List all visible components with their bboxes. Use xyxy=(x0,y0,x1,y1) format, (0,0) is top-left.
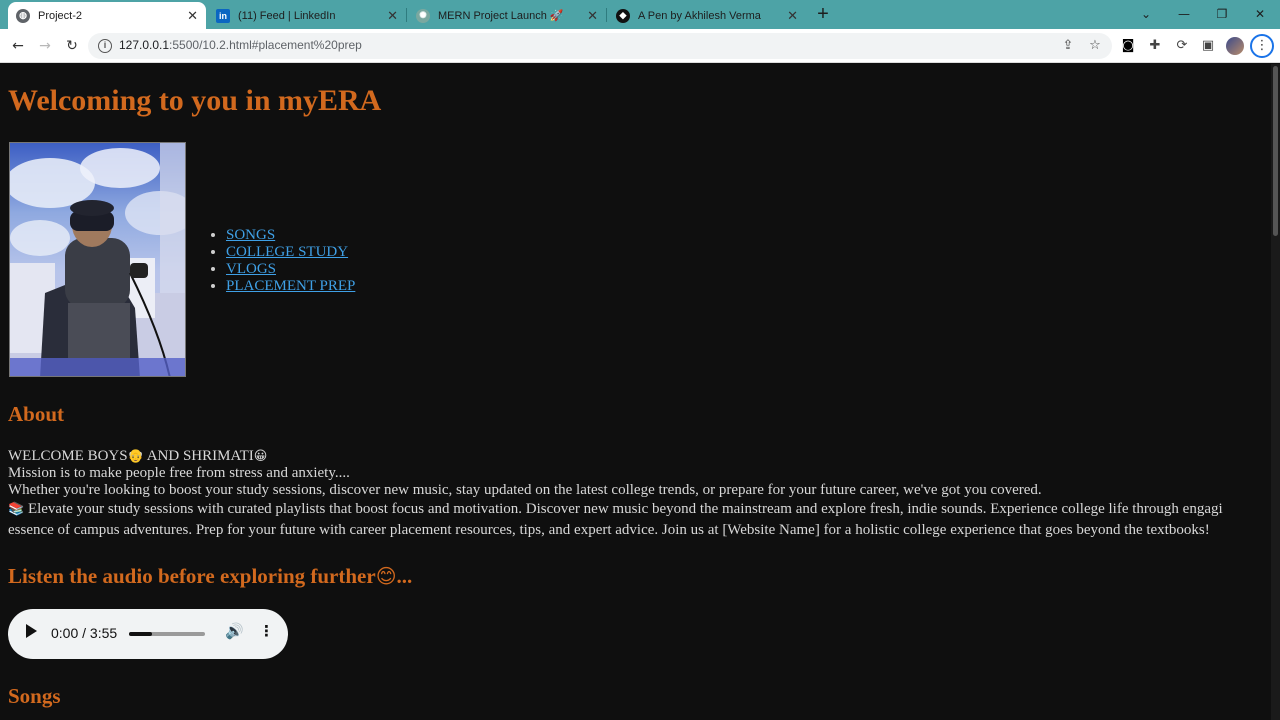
more-options-icon[interactable]: ⋮ xyxy=(259,622,274,640)
close-icon[interactable]: ✕ xyxy=(187,8,198,24)
extension-glasses-icon[interactable]: ◙ xyxy=(1119,37,1137,55)
play-icon[interactable] xyxy=(26,624,37,638)
audio-player[interactable]: 0:00 / 3:55 🔊 ⋮ xyxy=(8,609,288,659)
features-line-2: essence of campus adventures. Prep for y… xyxy=(8,520,1270,540)
forward-icon[interactable]: → xyxy=(35,36,55,56)
greeting-shrimati: AND SHRIMATI xyxy=(143,448,254,464)
nav-link-songs[interactable]: SONGS xyxy=(226,227,275,243)
audio-time: 0:00 / 3:55 xyxy=(51,625,118,641)
linkedin-icon: in xyxy=(216,8,230,23)
tab-separator xyxy=(406,8,407,22)
codepen-icon: ◆ xyxy=(616,8,630,23)
mission-text: Mission is to make people free from stre… xyxy=(8,465,350,481)
close-window-icon[interactable]: ✕ xyxy=(1245,4,1275,24)
tab-separator xyxy=(606,8,607,22)
tab-project-2[interactable]: ◍ Project-2 ✕ xyxy=(8,2,206,29)
address-bar[interactable]: i 127.0.0.1:5500/10.2.html#placement%20p… xyxy=(88,33,1112,59)
about-text: WELCOME BOYS👴 AND SHRIMATI😀 Mission is t… xyxy=(8,448,1270,540)
globe-icon: ◍ xyxy=(16,8,30,23)
new-tab-button[interactable]: + xyxy=(812,4,834,26)
url-path: :5500/10.2.html#placement%20prep xyxy=(169,38,362,52)
features-text-1: Elevate your study sessions with curated… xyxy=(24,501,1223,517)
tab-search-icon[interactable]: ⌄ xyxy=(1131,4,1161,24)
nav-item: VLOGS xyxy=(226,261,355,278)
menu-icon[interactable]: ⋮ xyxy=(1250,34,1274,58)
listen-heading-suffix: ... xyxy=(396,564,413,588)
person-with-vr-headset-image xyxy=(10,143,185,376)
songs-heading: Songs xyxy=(8,684,61,708)
listen-heading-text: Listen the audio before exploring furthe… xyxy=(8,564,376,588)
url-text[interactable]: 127.0.0.1:5500/10.2.html#placement%20pre… xyxy=(119,38,362,52)
features-text-2: essence of campus adventures. Prep for y… xyxy=(8,522,1210,538)
tab-title: (11) Feed | LinkedIn xyxy=(238,9,336,22)
extensions-puzzle-icon[interactable]: ✚ xyxy=(1146,37,1164,55)
close-icon[interactable]: ✕ xyxy=(787,8,798,24)
nav-item: PLACEMENT PREP xyxy=(226,278,355,295)
side-panel-icon[interactable]: ▣ xyxy=(1199,37,1217,55)
smiley-emoji-icon: 😊 xyxy=(375,564,397,588)
share-icon[interactable]: ⇪ xyxy=(1059,37,1077,55)
profile-avatar[interactable] xyxy=(1226,37,1244,55)
books-emoji-icon: 📚 xyxy=(8,502,25,517)
tab-linkedin[interactable]: in (11) Feed | LinkedIn ✕ xyxy=(208,2,406,29)
restore-icon[interactable]: ❐ xyxy=(1207,4,1237,24)
volume-icon[interactable]: 🔊 xyxy=(225,622,244,640)
about-heading: About xyxy=(8,402,65,426)
tab-title: MERN Project Launch 🚀 xyxy=(438,10,564,22)
profile-photo xyxy=(9,142,186,377)
minimize-icon[interactable]: — xyxy=(1169,4,1199,24)
close-icon[interactable]: ✕ xyxy=(587,8,598,24)
tab-mern-project[interactable]: ✺ MERN Project Launch 🚀 ✕ xyxy=(408,2,606,29)
greeting-line: WELCOME BOYS👴 AND SHRIMATI😀 xyxy=(8,448,1270,465)
tab-strip: ◍ Project-2 ✕ in (11) Feed | LinkedIn ✕ … xyxy=(0,0,1280,29)
audio-progress-bar[interactable] xyxy=(129,632,205,636)
greeting-boys: WELCOME BOYS xyxy=(8,448,128,464)
face-emoji-icon: 😀 xyxy=(253,449,268,464)
page-title: Welcoming to you in myERA xyxy=(8,84,382,117)
tab-title: A Pen by Akhilesh Verma xyxy=(638,9,761,22)
nav-link-vlogs[interactable]: VLOGS xyxy=(226,261,276,277)
features-line-1: 📚 Elevate your study sessions with curat… xyxy=(8,499,1270,520)
tab-codepen[interactable]: ◆ A Pen by Akhilesh Verma ✕ xyxy=(608,2,806,29)
intro-text: Whether you're looking to boost your stu… xyxy=(8,482,1042,498)
chatgpt-icon: ✺ xyxy=(416,8,430,23)
audio-progress-fill xyxy=(129,632,152,636)
browser-toolbar: ← → ↻ i 127.0.0.1:5500/10.2.html#placeme… xyxy=(0,29,1280,63)
nav-list: SONGS COLLEGE STUDY VLOGS PLACEMENT PREP xyxy=(206,227,355,295)
face-emoji-icon: 👴 xyxy=(127,449,144,464)
scrollbar-thumb[interactable] xyxy=(1273,66,1278,236)
close-icon[interactable]: ✕ xyxy=(387,8,398,24)
extension-icon[interactable]: ⟳ xyxy=(1173,37,1191,55)
nav-link-placement-prep[interactable]: PLACEMENT PREP xyxy=(226,278,355,294)
tab-title: Project-2 xyxy=(38,9,83,22)
back-icon[interactable]: ← xyxy=(8,36,28,56)
nav-item: COLLEGE STUDY xyxy=(226,244,355,261)
reload-icon[interactable]: ↻ xyxy=(62,36,82,56)
listen-heading: Listen the audio before exploring furthe… xyxy=(8,564,412,589)
nav-item: SONGS xyxy=(226,227,355,244)
page-viewport: Welcoming to you in myERA SONGS COLLEGE … xyxy=(0,64,1270,720)
site-info-icon[interactable]: i xyxy=(98,39,112,53)
url-host: 127.0.0.1 xyxy=(119,38,170,52)
nav-link-college-study[interactable]: COLLEGE STUDY xyxy=(226,244,348,260)
bookmark-star-icon[interactable]: ☆ xyxy=(1086,37,1104,55)
